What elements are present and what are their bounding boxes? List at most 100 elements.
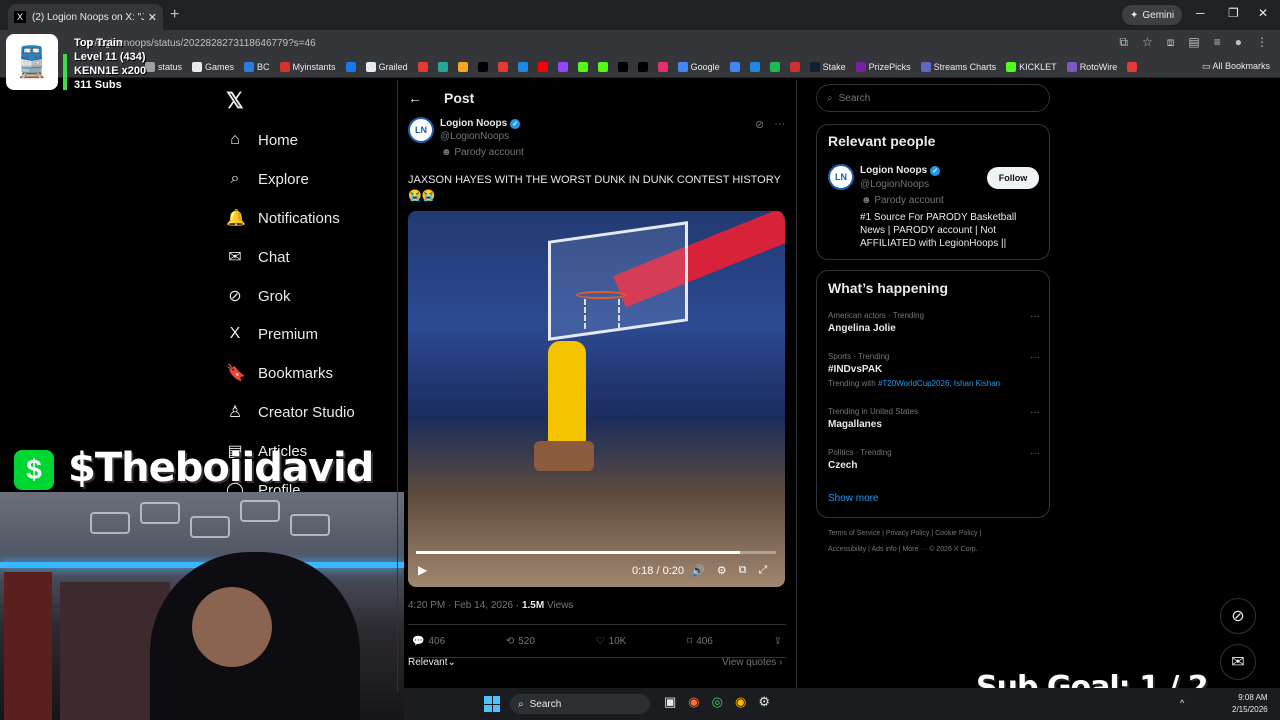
relevant-dropdown[interactable]: Relevant⌄ (408, 657, 456, 668)
bookmark-item[interactable] (1127, 61, 1138, 72)
extensions-icon[interactable]: ⧈ (1167, 35, 1175, 50)
bookmark-item[interactable]: Google (677, 61, 720, 72)
close-window-button[interactable]: ✕ (1258, 6, 1268, 20)
repost-button[interactable]: ⟲ 520 (506, 636, 535, 647)
xbox-icon[interactable]: ◎ (712, 694, 723, 710)
bookmark-item[interactable] (497, 61, 508, 72)
bookmark-item[interactable] (789, 61, 800, 72)
firefox-icon[interactable]: ◉ (688, 694, 699, 710)
trend-more-icon[interactable]: ··· (1030, 407, 1040, 418)
volume-icon[interactable]: 🔊 (691, 564, 705, 577)
bookmark-item[interactable]: BC (244, 61, 270, 72)
bookmark-button[interactable]: ⌑ 406 (687, 636, 713, 647)
messages-fab-icon[interactable]: ✉ (1220, 644, 1256, 680)
nav-item-premium[interactable]: X Premium (226, 322, 318, 346)
bookmark-item[interactable] (345, 61, 356, 72)
bookmark-item[interactable] (749, 61, 760, 72)
bookmark-item[interactable] (557, 61, 568, 72)
menu-icon[interactable]: ⋮ (1256, 35, 1268, 50)
video-player[interactable]: ▶ 0:18 / 0:20 🔊 ⚙ ⧉ ⤢ (408, 211, 785, 587)
bookmark-item[interactable] (597, 61, 608, 72)
play-icon[interactable]: ▶ (418, 563, 427, 577)
show-more-link[interactable]: Show more (828, 493, 879, 504)
trend-item[interactable]: Politics · Trending Czech ··· (828, 448, 1040, 471)
tray-arrow-icon[interactable]: ^ (1180, 698, 1184, 708)
more-icon[interactable]: ··· (774, 118, 785, 131)
media-icon[interactable]: ≡ (1214, 35, 1221, 50)
bookmark-item[interactable] (457, 61, 468, 72)
trend-more-icon[interactable]: ··· (1030, 352, 1040, 363)
nav-item-creator-studio[interactable]: ♙ Creator Studio (226, 400, 355, 424)
file-explorer-icon[interactable]: ▣ (664, 694, 676, 710)
bookmark-item[interactable] (637, 61, 648, 72)
trend-more-icon[interactable]: ··· (1030, 311, 1040, 322)
settings-icon[interactable]: ⚙ (758, 694, 770, 710)
bookmark-item[interactable]: KICKLET (1006, 61, 1057, 72)
fullscreen-icon[interactable]: ⤢ (758, 564, 767, 577)
bookmark-item[interactable]: status (145, 61, 182, 72)
trend-more-icon[interactable]: ··· (1030, 448, 1040, 459)
profile-icon[interactable]: ● (1235, 35, 1242, 50)
person-handle[interactable]: @LogionNoops (860, 179, 929, 190)
windows-start-icon[interactable] (484, 696, 500, 712)
bookmark-item[interactable] (657, 61, 668, 72)
author-name[interactable]: Logion Noops ✓ (440, 118, 521, 129)
person-avatar[interactable]: LN (828, 164, 854, 190)
nav-item-explore[interactable]: ⌕ Explore (226, 167, 309, 191)
grok-icon[interactable]: ⊘ (755, 118, 764, 131)
browser-tab[interactable]: X (2) Logion Noops on X: "JAXSO ✕ (8, 4, 163, 30)
bookmark-item[interactable] (437, 61, 448, 72)
video-progress-bar[interactable] (416, 551, 776, 554)
sidepanel-icon[interactable]: ▤ (1188, 35, 1199, 50)
footer-links-2[interactable]: Accessibility | Ads info | More ··· © 20… (828, 546, 978, 553)
trend-item[interactable]: Sports · Trending #INDvsPAK ··· Trending wi… (828, 352, 1040, 388)
bookmark-item[interactable]: Grailed (365, 61, 408, 72)
nav-item-chat[interactable]: ✉ Chat (226, 245, 289, 269)
maximize-button[interactable]: ❐ (1228, 6, 1239, 20)
trend-item[interactable]: American actors · Trending Angelina Jolie… (828, 311, 1040, 334)
share-button[interactable]: ⇪ (774, 636, 782, 647)
nav-item-grok[interactable]: ⊘ Grok (226, 284, 290, 308)
author-avatar[interactable]: LN (408, 117, 434, 143)
chrome-icon[interactable]: ◉ (735, 694, 746, 710)
bookmark-item[interactable] (769, 61, 780, 72)
like-button[interactable]: ♡ 10K (596, 636, 627, 647)
follow-button[interactable]: Follow (987, 167, 1039, 189)
bookmark-item[interactable]: Stake (809, 61, 846, 72)
nav-item-home[interactable]: ⌂ Home (226, 128, 298, 152)
taskbar-clock[interactable]: 9:08 AM 2/15/2026 (1232, 692, 1268, 716)
settings-icon[interactable]: ⚙ (717, 564, 727, 577)
author-handle[interactable]: @LogionNoops (440, 131, 509, 142)
view-quotes-link[interactable]: View quotes › (722, 657, 782, 668)
pip-icon[interactable]: ⧉ (739, 564, 747, 577)
bookmark-item[interactable] (417, 61, 428, 72)
tab-close-icon[interactable]: ✕ (148, 11, 157, 24)
all-bookmarks-button[interactable]: ▭ All Bookmarks (1202, 61, 1270, 72)
minimize-button[interactable]: ─ (1196, 6, 1205, 20)
nav-item-notifications[interactable]: 🔔 Notifications (226, 206, 340, 230)
search-input[interactable]: ⌕ Search (816, 84, 1050, 112)
star-icon[interactable]: ☆ (1142, 35, 1153, 50)
bookmark-item[interactable] (577, 61, 588, 72)
nav-item-bookmarks[interactable]: 🔖 Bookmarks (226, 361, 333, 385)
bookmark-item[interactable] (477, 61, 488, 72)
back-arrow-icon[interactable]: ← (408, 90, 422, 106)
bookmark-item[interactable] (537, 61, 548, 72)
x-logo-icon[interactable]: 𝕏 (226, 88, 244, 114)
footer-links[interactable]: Terms of Service | Privacy Policy | Cook… (828, 530, 981, 537)
gemini-button[interactable]: ✦ Gemini (1122, 5, 1183, 25)
new-tab-button[interactable]: + (170, 6, 179, 24)
reply-button[interactable]: 💬 406 (412, 636, 445, 647)
person-name[interactable]: Logion Noops ✓ (860, 165, 941, 176)
bookmark-item[interactable] (617, 61, 628, 72)
trend-item[interactable]: Trending in United States Magallanes ··· (828, 407, 1040, 430)
url-field[interactable]: m/logionnoops/status/2022828273118646779… (86, 33, 1086, 53)
bookmark-item[interactable]: Myinstants (279, 61, 336, 72)
bookmark-item[interactable]: PrizePicks (855, 61, 911, 72)
install-icon[interactable]: ⧉ (1119, 35, 1128, 50)
bookmark-item[interactable]: RotoWire (1066, 61, 1117, 72)
bookmark-item[interactable] (729, 61, 740, 72)
grok-fab-icon[interactable]: ⊘ (1220, 598, 1256, 634)
bookmark-item[interactable] (517, 61, 528, 72)
bookmark-item[interactable]: Games (192, 61, 234, 72)
